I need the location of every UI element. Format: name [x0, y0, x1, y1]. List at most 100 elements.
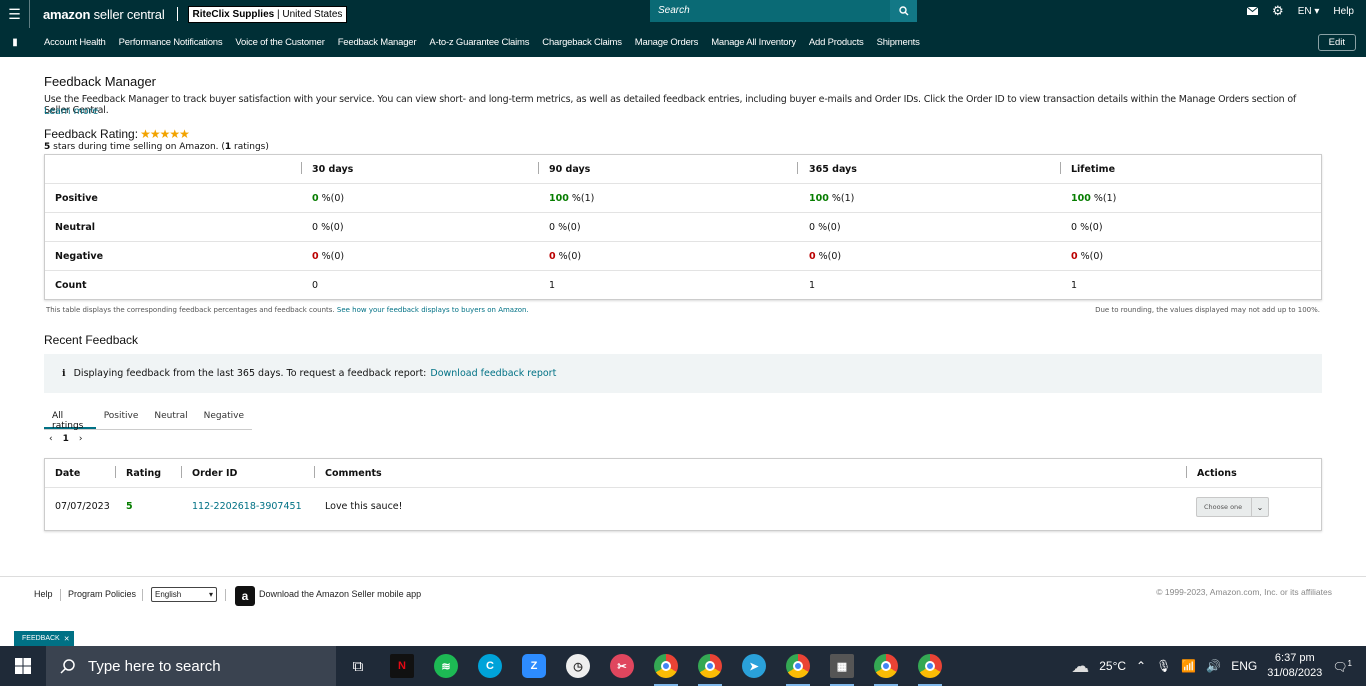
page-number[interactable]: 1: [63, 434, 69, 444]
table-cell: 0: [312, 280, 319, 291]
chrome-profile-s-icon[interactable]: [864, 646, 908, 686]
tab-positive[interactable]: Positive: [96, 402, 147, 429]
chevron-up-icon[interactable]: ⌃: [1136, 659, 1146, 673]
action-select[interactable]: Choose one ⌄: [1196, 497, 1269, 517]
zoom-icon[interactable]: Z: [512, 646, 556, 686]
nav-chargeback-claims[interactable]: Chargeback Claims: [542, 37, 622, 48]
table-row-neutral: Neutral 0 %(0) 0 %(0) 0 %(0) 0 %(0): [45, 213, 1321, 242]
table-cell: 0 %(0): [312, 193, 345, 204]
header-date: Date: [55, 468, 81, 479]
tab-negative[interactable]: Negative: [196, 402, 252, 429]
page-title: Feedback Manager: [44, 74, 157, 89]
telegram-icon[interactable]: ➤: [732, 646, 776, 686]
download-app-link[interactable]: Download the Amazon Seller mobile app: [259, 589, 421, 599]
footer-language-select[interactable]: English ▾: [151, 587, 217, 602]
footer-policies-link[interactable]: Program Policies: [68, 589, 136, 599]
mail-icon[interactable]: [1247, 7, 1259, 15]
chrome-icon[interactable]: [644, 646, 688, 686]
learn-more-link[interactable]: Learn more: [44, 106, 98, 117]
notification-icon[interactable]: 🗨1: [1332, 659, 1352, 674]
recent-feedback-title: Recent Feedback: [44, 333, 139, 347]
divider: [225, 589, 226, 601]
table-cell: 0 %(0): [809, 251, 842, 262]
clock[interactable]: 6:37 pm 31/08/2023: [1267, 651, 1322, 681]
download-report-link[interactable]: Download feedback report: [430, 368, 556, 379]
gear-icon[interactable]: ⚙: [1272, 3, 1284, 19]
feedback-date: 07/07/2023: [55, 501, 110, 512]
table-cell: 0 %(0): [1071, 222, 1103, 233]
wifi-icon[interactable]: 📶: [1181, 659, 1196, 673]
seller-central-logo[interactable]: amazon seller central: [43, 7, 165, 22]
nav-performance-notifications[interactable]: Performance Notifications: [119, 37, 223, 48]
order-id-link[interactable]: 112-2202618-3907451: [192, 501, 302, 512]
buyer-display-link[interactable]: See how your feedback displays to buyers…: [337, 306, 529, 314]
nav-add-products[interactable]: Add Products: [809, 37, 864, 48]
volume-icon[interactable]: 🔊: [1206, 659, 1221, 673]
nav-manage-orders[interactable]: Manage Orders: [635, 37, 699, 48]
temperature[interactable]: 25°C: [1099, 659, 1126, 673]
copyright: © 1999-2023, Amazon.com, Inc. or its aff…: [1156, 587, 1332, 597]
star-rating-icon: ★★★★★: [140, 127, 190, 141]
divider: [115, 466, 116, 478]
recent-feedback-table: Date Rating Order ID Comments Actions 07…: [44, 458, 1322, 531]
clock-date: 31/08/2023: [1267, 667, 1323, 679]
nav-a-to-z-claims[interactable]: A-to-z Guarantee Claims: [429, 37, 529, 48]
rating-summary: 5 stars during time selling on Amazon. (…: [44, 142, 269, 152]
weather-icon[interactable]: ☁: [1071, 656, 1089, 677]
feedback-widget[interactable]: FEEDBACK ✕: [14, 631, 74, 646]
divider: [142, 589, 143, 601]
table-cell: 0 %(0): [549, 222, 581, 233]
nav-account-health[interactable]: Account Health: [44, 37, 106, 48]
chevron-right-icon[interactable]: ›: [79, 434, 83, 444]
divider: [1186, 466, 1187, 478]
footer-help-link[interactable]: Help: [34, 589, 53, 599]
header-365-days: 365 days: [809, 164, 857, 175]
table-cell: 0 %(0): [312, 222, 344, 233]
header-order-id: Order ID: [192, 468, 238, 479]
amazon-app-icon[interactable]: a: [235, 586, 255, 606]
tab-all-ratings[interactable]: All ratings: [44, 402, 96, 431]
nav-voice-of-customer[interactable]: Voice of the Customer: [235, 37, 324, 48]
chrome-profile-r-icon[interactable]: [908, 646, 952, 686]
nav-shipments[interactable]: Shipments: [877, 37, 920, 48]
feedback-rating-title: Feedback Rating: ★★★★★: [44, 127, 190, 141]
snipping-tool-icon[interactable]: ✂: [600, 646, 644, 686]
windows-start-button[interactable]: [0, 646, 46, 686]
divider: [538, 162, 539, 174]
store-selector[interactable]: RiteClix Supplies | United States: [187, 5, 348, 23]
chrome-profile-l-icon[interactable]: [688, 646, 732, 686]
nav-feedback-manager[interactable]: Feedback Manager: [338, 37, 417, 48]
netflix-icon[interactable]: N: [380, 646, 424, 686]
clock-app-icon[interactable]: ◷: [556, 646, 600, 686]
clock-time: 6:37 pm: [1274, 652, 1315, 664]
spotify-icon[interactable]: ≋: [424, 646, 468, 686]
row-label: Neutral: [55, 222, 96, 233]
edit-nav-button[interactable]: Edit: [1317, 34, 1356, 51]
canva-icon[interactable]: C: [468, 646, 512, 686]
tab-neutral[interactable]: Neutral: [146, 402, 195, 429]
input-language[interactable]: ENG: [1231, 659, 1257, 673]
divider: [314, 466, 315, 478]
info-text: Displaying feedback from the last 365 da…: [73, 368, 427, 379]
close-icon[interactable]: ✕: [64, 635, 70, 643]
mic-icon[interactable]: 🎙: [1156, 659, 1171, 673]
taskbar-search[interactable]: Type here to search: [46, 646, 336, 686]
table-cell: 100 %(1): [1071, 193, 1117, 204]
menu-icon[interactable]: ☰: [0, 0, 30, 28]
table-cell: 100 %(1): [809, 193, 855, 204]
language-selector[interactable]: EN ▾: [1298, 6, 1320, 17]
bookmark-icon[interactable]: ▮: [0, 37, 30, 48]
system-tray: ☁ 25°C ⌃ 🎙 📶 🔊 ENG 6:37 pm 31/08/2023 🗨1: [1071, 646, 1366, 686]
help-link[interactable]: Help: [1333, 6, 1354, 17]
table-cell: 1: [549, 280, 556, 291]
chrome-profile-m-icon[interactable]: [776, 646, 820, 686]
search-button[interactable]: [890, 0, 917, 22]
chevron-left-icon[interactable]: ‹: [49, 434, 53, 444]
task-view-icon[interactable]: ⧉: [336, 646, 380, 686]
feedback-rating: 5: [126, 501, 133, 512]
calculator-icon[interactable]: ▦: [820, 646, 864, 686]
nav-manage-inventory[interactable]: Manage All Inventory: [711, 37, 796, 48]
search-input[interactable]: Search: [650, 0, 890, 22]
header-30-days: 30 days: [312, 164, 354, 175]
row-label: Count: [55, 280, 87, 291]
